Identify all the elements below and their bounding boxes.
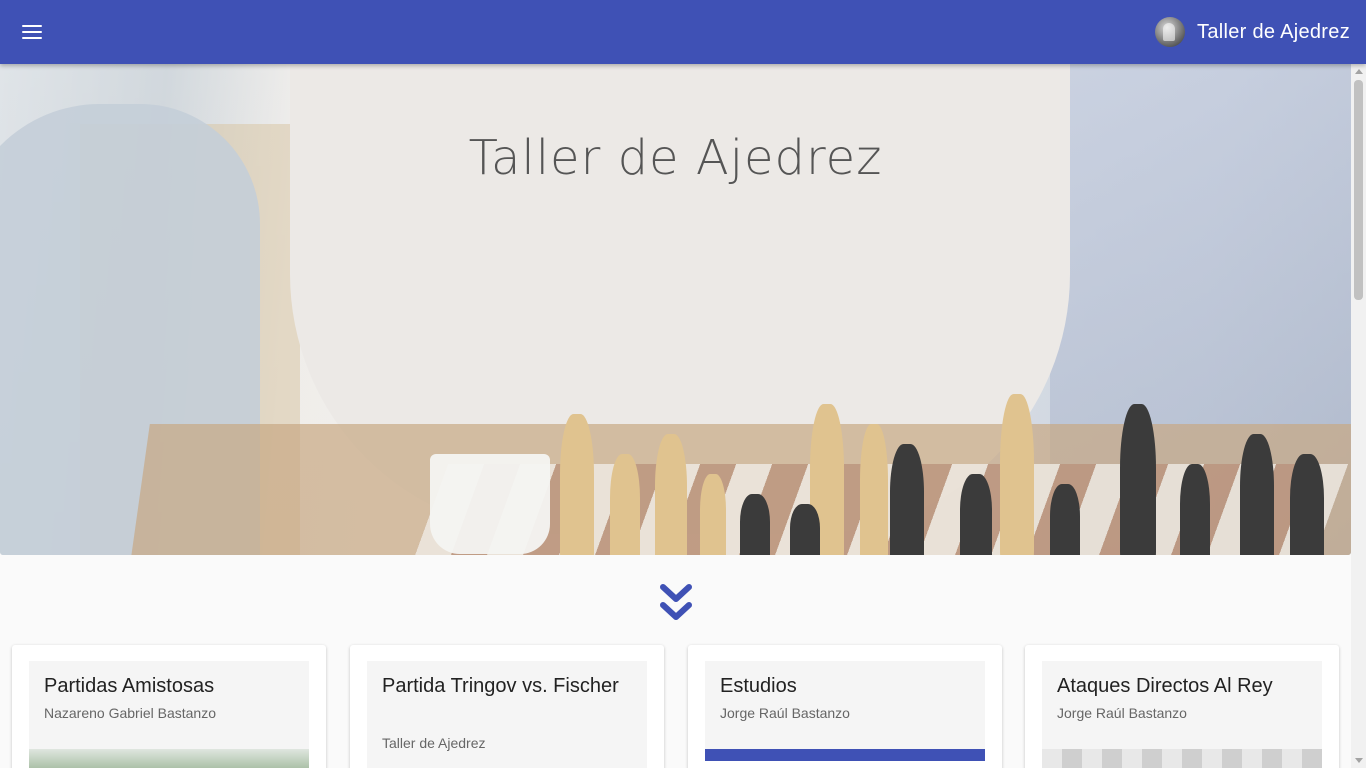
card-author: Jorge Raúl Bastanzo	[720, 705, 850, 721]
card-author: Jorge Raúl Bastanzo	[1057, 705, 1187, 721]
hero-bg-cup	[430, 454, 550, 554]
card-partidas-amistosas[interactable]: Partidas Amistosas Nazareno Gabriel Bast…	[12, 645, 326, 768]
card-thumbnail[interactable]	[29, 749, 309, 768]
top-app-bar: Taller de Ajedrez	[0, 0, 1366, 64]
brand-link[interactable]: Taller de Ajedrez	[1155, 16, 1350, 48]
page-scrollbar[interactable]	[1351, 64, 1366, 768]
card-partida-tringov-fischer[interactable]: Partida Tringov vs. Fischer Taller de Aj…	[350, 645, 664, 768]
card-thumbnail[interactable]	[705, 749, 985, 768]
card-ataques-directos-al-rey[interactable]: Ataques Directos Al Rey Jorge Raúl Basta…	[1025, 645, 1339, 768]
chess-pawn-avatar-icon	[1155, 17, 1186, 47]
hamburger-menu-icon[interactable]	[20, 20, 44, 44]
scroll-up-arrow-icon[interactable]	[1355, 69, 1363, 74]
card-title[interactable]: Estudios	[720, 671, 970, 701]
scroll-down-arrow-icon[interactable]	[1355, 758, 1363, 763]
card-title[interactable]: Partida Tringov vs. Fischer	[382, 671, 632, 701]
hero-bg-chess-pieces	[540, 334, 1351, 555]
brand-title: Taller de Ajedrez	[1197, 20, 1350, 43]
hero-title: Taller de Ajedrez	[468, 130, 883, 186]
card-thumbnail[interactable]	[1042, 749, 1322, 768]
card-author: Nazareno Gabriel Bastanzo	[44, 705, 216, 721]
card-title[interactable]: Partidas Amistosas	[44, 671, 294, 701]
scroll-thumb[interactable]	[1354, 80, 1363, 300]
card-title[interactable]: Ataques Directos Al Rey	[1057, 671, 1307, 701]
double-chevron-down-icon[interactable]	[659, 583, 693, 623]
hero-banner: Taller de Ajedrez	[0, 64, 1351, 555]
card-estudios[interactable]: Estudios Jorge Raúl Bastanzo	[688, 645, 1002, 768]
card-author: Taller de Ajedrez	[382, 735, 486, 751]
